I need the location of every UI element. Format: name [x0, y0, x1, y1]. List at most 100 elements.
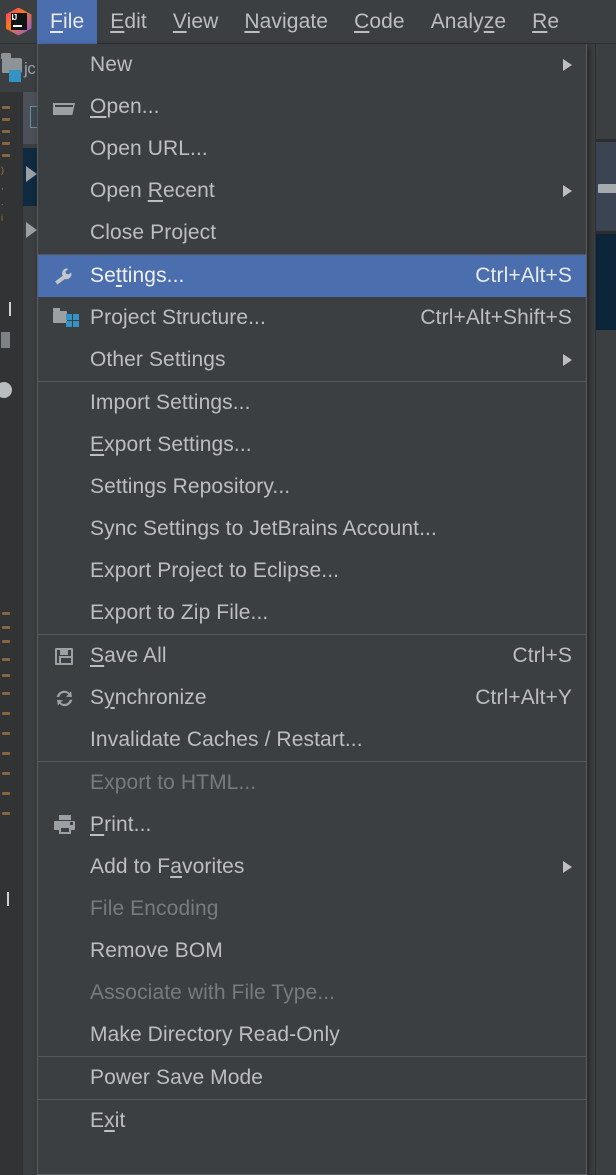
menu-item-shortcut: Ctrl+S: [512, 644, 572, 668]
menu-item-power-save-mode[interactable]: Power Save Mode: [38, 1057, 586, 1099]
editor-right-area: [587, 44, 616, 1175]
menu-item-open[interactable]: Open...: [38, 86, 586, 128]
menu-item-settings[interactable]: Settings... Ctrl+Alt+S: [38, 255, 586, 297]
menu-item-label: Open Recent: [90, 179, 545, 203]
menu-item-remove-bom[interactable]: Remove BOM: [38, 930, 586, 972]
menu-item-icon-slot: [52, 265, 86, 287]
menu-item-label: Export Settings...: [90, 433, 572, 457]
menu-item-add-to-favorites[interactable]: Add to Favorites: [38, 846, 586, 888]
project-tree-root: jc: [0, 44, 37, 92]
menu-item-shortcut: Ctrl+Alt+Y: [475, 686, 572, 710]
intellij-idea-logo-icon: [6, 8, 32, 36]
chevron-right-icon: [563, 354, 572, 366]
menu-item-export-to-zip-file[interactable]: Export to Zip File...: [38, 592, 586, 634]
menu-group: New Open... Open URL... Open Recent Close Pr…: [38, 44, 586, 254]
menu-item-label: Export to HTML...: [90, 771, 572, 795]
menubar-item-edit[interactable]: Edit: [97, 0, 160, 44]
chevron-right-icon: [563, 59, 572, 71]
menu-item-icon-slot: [52, 96, 86, 118]
menu-item-other-settings[interactable]: Other Settings: [38, 339, 586, 381]
chevron-right-icon: [563, 185, 572, 197]
project-structure-icon: [52, 307, 78, 329]
menu-group: Import Settings... Export Settings... Sett…: [38, 381, 586, 634]
menu-item-label: Export Project to Eclipse...: [90, 559, 572, 583]
menu-group: Save All Ctrl+S Synchronize Ctrl+Alt+Y Inval…: [38, 634, 586, 761]
menu-item-label: Exit: [90, 1109, 572, 1133]
menubar-item-navigate[interactable]: Navigate: [231, 0, 341, 44]
menu-item-label: Power Save Mode: [90, 1066, 572, 1090]
wrench-icon: [52, 265, 78, 287]
menu-item-icon-slot: [52, 687, 86, 709]
menu-item-label: Import Settings...: [90, 391, 572, 415]
menu-item-label: Open URL...: [90, 137, 572, 161]
menu-item-exit[interactable]: Exit: [38, 1100, 586, 1142]
gutter-marker-icon: [0, 382, 12, 398]
menu-item-close-project[interactable]: Close Project: [38, 212, 586, 254]
menubar-item-refactor[interactable]: Re: [519, 0, 572, 44]
menu-item-invalidate-caches-restart[interactable]: Invalidate Caches / Restart...: [38, 719, 586, 761]
menu-item-label: Export to Zip File...: [90, 601, 572, 625]
save-icon: [52, 645, 78, 667]
editor-caret: [9, 302, 11, 316]
app-logo: [0, 0, 37, 43]
menubar-item-view[interactable]: View: [160, 0, 232, 44]
menu-item-open-recent[interactable]: Open Recent: [38, 170, 586, 212]
menu-item-label: Associate with File Type...: [90, 981, 572, 1005]
menu-item-import-settings[interactable]: Import Settings...: [38, 382, 586, 424]
menu-group: Power Save Mode: [38, 1056, 586, 1099]
folder-open-icon: [52, 96, 78, 118]
menu-item-export-settings[interactable]: Export Settings...: [38, 424, 586, 466]
menu-item-icon-slot: [52, 645, 86, 667]
editor-scrollbar[interactable]: [598, 184, 616, 193]
panel-divider: [22, 44, 23, 1175]
menu-item-label: Settings...: [90, 264, 451, 288]
menu-item-sync-settings-to-jetbrains-account[interactable]: Sync Settings to JetBrains Account...: [38, 508, 586, 550]
menu-item-label: File Encoding: [90, 897, 572, 921]
ide-window: ) , . i jc: [0, 0, 616, 1175]
menu-group: Exit: [38, 1099, 586, 1142]
menu-item-synchronize[interactable]: Synchronize Ctrl+Alt+Y: [38, 677, 586, 719]
menu-group: Settings... Ctrl+Alt+S Project Structure..…: [38, 254, 586, 381]
menu-item-label: New: [90, 53, 545, 77]
menu-item-shortcut: Ctrl+Alt+S: [475, 264, 572, 288]
menu-item-label: Sync Settings to JetBrains Account...: [90, 517, 572, 541]
menu-item-label: Project Structure...: [90, 306, 396, 330]
menu-item-label: Remove BOM: [90, 939, 572, 963]
menu-item-associate-with-file-type: Associate with File Type...: [38, 972, 586, 1014]
synchronize-icon: [52, 687, 78, 709]
module-badge-icon: [9, 70, 21, 82]
main-menu-bar: File Edit View Navigate Code Analyze Re: [0, 0, 616, 44]
file-menu-popup: New Open... Open URL... Open Recent Close Pr…: [37, 44, 587, 1175]
editor-selection-block: [596, 234, 616, 330]
print-icon: [52, 814, 78, 836]
run-arrow-icon[interactable]: [26, 222, 37, 238]
menubar-item-code[interactable]: Code: [341, 0, 418, 44]
menu-item-label: Add to Favorites: [90, 855, 545, 879]
editor-gutter: ) , . i: [0, 92, 22, 1175]
menu-item-save-all[interactable]: Save All Ctrl+S: [38, 635, 586, 677]
menu-item-open-url[interactable]: Open URL...: [38, 128, 586, 170]
menu-item-project-structure[interactable]: Project Structure...Ctrl+Alt+Shift+S: [38, 297, 586, 339]
menu-item-label: Other Settings: [90, 348, 545, 372]
menubar-item-analyze[interactable]: Analyze: [418, 0, 519, 44]
menu-item-icon-slot: [52, 814, 86, 836]
menu-item-file-encoding: File Encoding: [38, 888, 586, 930]
menu-item-export-to-html: Export to HTML...: [38, 762, 586, 804]
chevron-right-icon: [563, 861, 572, 873]
menu-item-settings-repository[interactable]: Settings Repository...: [38, 466, 586, 508]
menubar-item-file[interactable]: File: [37, 0, 97, 44]
menu-group: Export to HTML... Print... Add to Favorite…: [38, 761, 586, 1056]
menu-item-label: Make Directory Read-Only: [90, 1023, 572, 1047]
menu-item-label: Invalidate Caches / Restart...: [90, 728, 572, 752]
menu-item-label: Close Project: [90, 221, 572, 245]
menu-item-label: Synchronize: [90, 686, 451, 710]
project-name-label: jc: [24, 59, 35, 79]
menu-item-make-directory-read-only[interactable]: Make Directory Read-Only: [38, 1014, 586, 1056]
tree-selected-badge: [30, 106, 37, 128]
run-arrow-icon[interactable]: [26, 166, 37, 182]
menu-item-export-project-to-eclipse[interactable]: Export Project to Eclipse...: [38, 550, 586, 592]
menu-item-label: Save All: [90, 644, 488, 668]
menu-item-print[interactable]: Print...: [38, 804, 586, 846]
menu-item-new[interactable]: New: [38, 44, 586, 86]
menu-item-label: Open...: [90, 95, 572, 119]
